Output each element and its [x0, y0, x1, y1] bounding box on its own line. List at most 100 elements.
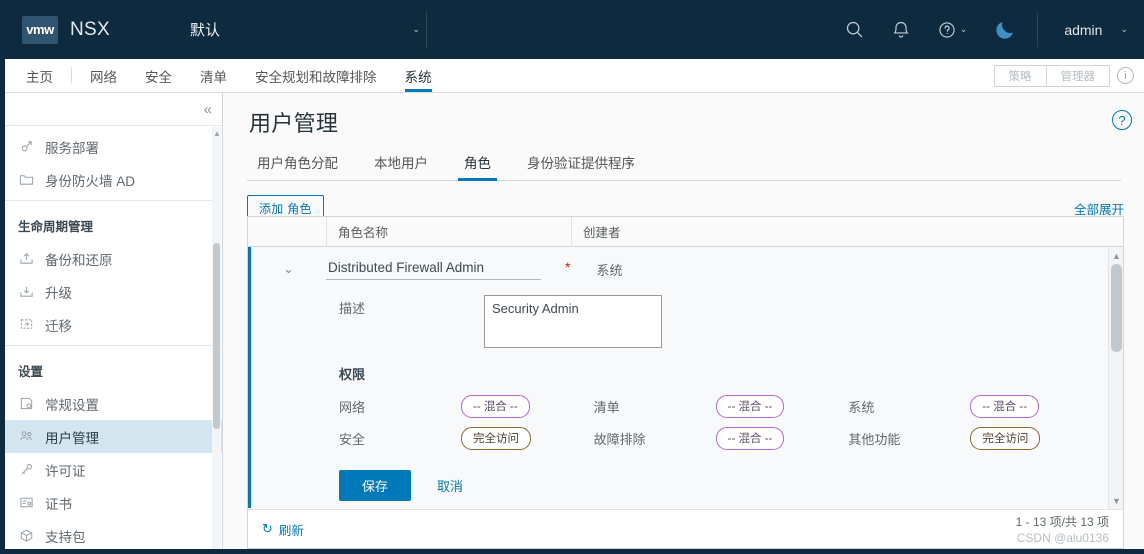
refresh-button[interactable]: ↻ 刷新: [262, 520, 304, 539]
help-icon[interactable]: ⌄: [937, 20, 967, 40]
permission-badge[interactable]: -- 混合 --: [715, 394, 785, 418]
tenant-selector[interactable]: 默认 ⌄: [190, 0, 420, 59]
description-textarea[interactable]: [484, 295, 662, 348]
permission-badge[interactable]: 完全访问: [461, 426, 531, 450]
deploy-icon: [18, 138, 35, 155]
nav-item-inventory[interactable]: 清单: [186, 59, 241, 92]
sidebar-item-label: 身份防火墙 AD: [45, 173, 136, 189]
nav-item-networking[interactable]: 网络: [76, 59, 131, 92]
role-creator: 系统: [596, 262, 623, 278]
table-header-expand: [248, 217, 326, 247]
permission-label: 网络: [339, 399, 366, 415]
chevron-down-icon[interactable]: ⌄: [251, 262, 326, 276]
sidebar-group-top: 服务部署 身份防火墙 AD: [0, 126, 222, 200]
save-button[interactable]: 保存: [339, 470, 412, 501]
scroll-down-arrow-icon[interactable]: ▼: [1109, 496, 1123, 506]
sidebar-item-general-settings[interactable]: 常规设置: [0, 387, 222, 420]
chevron-down-icon: ⌄: [1120, 24, 1128, 34]
sidebar-item-label: 备份和还原: [45, 252, 113, 268]
sidebar-item-upgrade[interactable]: 升级: [0, 275, 222, 308]
cancel-button[interactable]: 取消: [437, 476, 463, 495]
chevron-down-icon: ⌄: [412, 24, 420, 34]
nav-item-security[interactable]: 安全: [131, 59, 186, 92]
sidebar-group-header: 生命周期管理: [18, 220, 94, 234]
description-field: 描述: [339, 295, 1103, 348]
bundle-icon: [18, 527, 35, 544]
sidebar-collapse-button[interactable]: «: [0, 93, 222, 126]
page-help-icon[interactable]: ?: [1112, 110, 1132, 130]
bell-icon[interactable]: [891, 20, 911, 40]
tab-auth-providers[interactable]: 身份验证提供程序: [517, 148, 645, 180]
policy-manager-toggle: 策略 管理器: [993, 64, 1110, 87]
sidebar-group-settings: 设置 常规设置 用户管理 许可证 证书 支持包: [0, 345, 222, 554]
permissions-row-2: 安全 完全访问 故障排除 -- 混合 -- 其他功能 完全访问: [339, 422, 1103, 454]
tenant-label: 默认: [189, 22, 220, 39]
sidebar-item-migrate[interactable]: 迁移: [0, 308, 222, 341]
scroll-up-arrow-icon[interactable]: ▲: [1109, 251, 1123, 261]
role-name-input[interactable]: [326, 258, 541, 280]
required-marker: *: [565, 259, 571, 275]
sidebar-item-certificates[interactable]: 证书: [0, 486, 222, 519]
tab-roles[interactable]: 角色: [454, 148, 501, 181]
nav-item-plan-troubleshoot[interactable]: 安全规划和故障排除: [241, 59, 391, 92]
users-icon: [18, 428, 35, 445]
moon-icon[interactable]: [993, 18, 1017, 42]
permission-label: 安全: [339, 431, 366, 447]
search-icon[interactable]: [844, 19, 865, 40]
manager-button[interactable]: 管理器: [1046, 64, 1110, 87]
sidebar-group-header: 设置: [18, 365, 44, 379]
permissions-grid: 网络 -- 混合 -- 清单 -- 混合 -- 系统 -- 混合 -- 安全 完…: [339, 390, 1103, 454]
sidebar-item-licenses[interactable]: 许可证: [0, 453, 222, 486]
permissions-label: 权限: [339, 367, 366, 382]
nav-item-home[interactable]: 主页: [12, 59, 67, 92]
window-bottom-edge: [0, 549, 1144, 554]
table-header-row: 角色名称 创建者: [248, 217, 1123, 247]
pagination-info: 1 - 13 项/共 13 项 CSDN @alu0136: [1016, 513, 1109, 545]
permission-other-features: 其他功能 完全访问: [848, 426, 1103, 450]
item-count: 1 - 13 项/共 13 项: [1015, 515, 1109, 529]
user-menu[interactable]: admin: [1064, 22, 1102, 38]
permission-security: 安全 完全访问: [339, 426, 594, 450]
permission-system: 系统 -- 混合 --: [848, 394, 1103, 418]
nav-right-controls: 策略 管理器 i: [993, 59, 1134, 92]
main-navigation: 主页 网络 安全 清单 安全规划和故障排除 系统 策略 管理器 i: [0, 59, 1144, 93]
product-name: NSX: [70, 18, 110, 40]
tab-user-role-assignment[interactable]: 用户角色分配: [247, 148, 348, 180]
sidebar-item-service-deployment[interactable]: 服务部署: [0, 130, 222, 163]
sidebar-group-lifecycle: 生命周期管理 备份和还原 升级 迁移: [0, 200, 222, 345]
sidebar-item-label: 常规设置: [45, 397, 99, 413]
permission-label: 故障排除: [593, 431, 646, 447]
permission-inventory: 清单 -- 混合 --: [594, 394, 849, 418]
sidebar-item-identity-firewall-ad[interactable]: 身份防火墙 AD: [0, 163, 222, 196]
nav-item-system[interactable]: 系统: [391, 59, 446, 92]
tab-local-users[interactable]: 本地用户: [364, 148, 438, 180]
permission-badge[interactable]: -- 混合 --: [715, 426, 785, 450]
app-root: vmw NSX 默认 ⌄ ⌄ admin ⌄ 主页 网络 安全 清单 安全规划和…: [0, 0, 1144, 554]
chevron-left-double-icon: «: [203, 100, 212, 118]
permission-badge[interactable]: -- 混合 --: [970, 394, 1040, 418]
sidebar-item-support-bundle[interactable]: 支持包: [0, 519, 222, 552]
roles-table: 角色名称 创建者 ⌄ * 系统 描述 权限 网络: [247, 216, 1124, 509]
role-edit-form: 描述 权限 网络 -- 混合 -- 清单 -- 混合 --: [251, 295, 1123, 501]
table-footer: ↻ 刷新 1 - 13 项/共 13 项 CSDN @alu0136: [247, 509, 1124, 549]
form-actions: 保存 取消: [339, 470, 1103, 501]
sidebar-item-user-management[interactable]: 用户管理: [0, 420, 222, 453]
watermark: CSDN @alu0136: [1016, 531, 1109, 545]
permission-troubleshooting: 故障排除 -- 混合 --: [593, 426, 849, 450]
permission-badge[interactable]: 完全访问: [970, 426, 1041, 450]
sidebar-scrollbar-thumb[interactable]: [213, 243, 220, 429]
permissions-row-1: 网络 -- 混合 -- 清单 -- 混合 -- 系统 -- 混合 --: [339, 390, 1103, 422]
vmware-logo: vmw: [22, 15, 58, 44]
permission-badge[interactable]: -- 混合 --: [461, 394, 530, 418]
table-scrollbar-thumb[interactable]: [1111, 264, 1122, 352]
scroll-up-arrow-icon[interactable]: ▲: [213, 129, 221, 138]
header-user-divider: [1037, 12, 1039, 47]
info-icon[interactable]: i: [1117, 67, 1134, 84]
table-scrollbar[interactable]: ▲ ▼: [1108, 248, 1123, 509]
sidebar-scrollbar[interactable]: ▲: [212, 127, 221, 554]
policy-button[interactable]: 策略: [993, 64, 1047, 87]
sidebar-item-label: 支持包: [45, 529, 86, 545]
permission-networking: 网络 -- 混合 --: [339, 394, 594, 418]
backup-icon: [18, 250, 35, 267]
sidebar-item-backup-restore[interactable]: 备份和还原: [0, 242, 222, 275]
